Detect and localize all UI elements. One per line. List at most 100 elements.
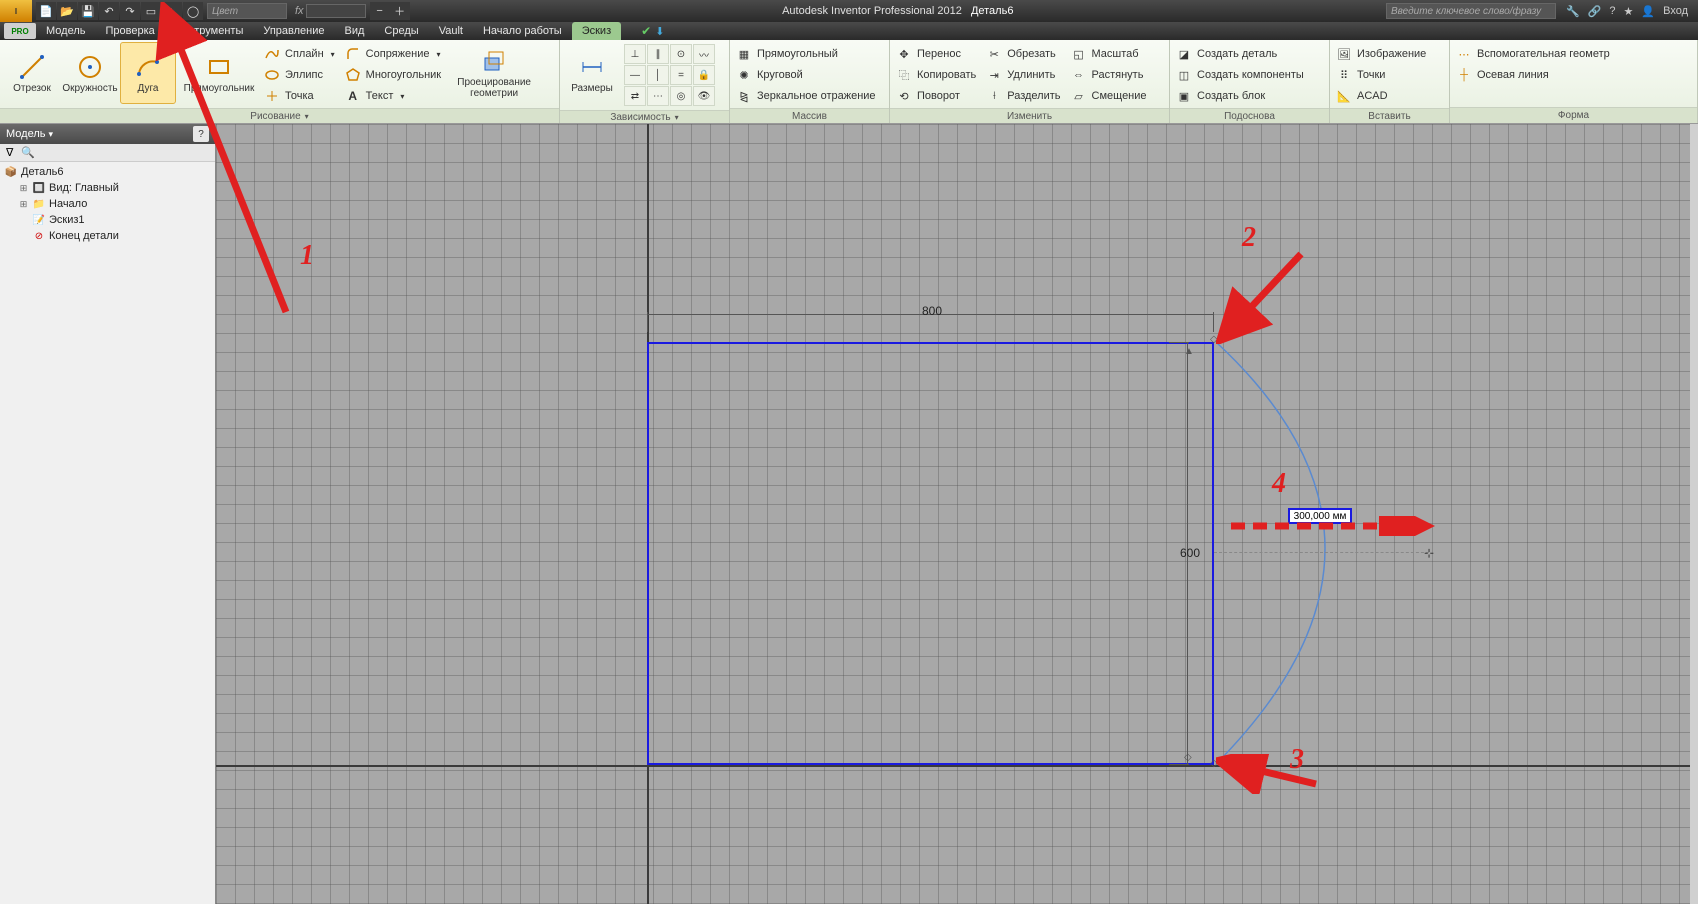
image-button[interactable]: 🖼Изображение <box>1334 44 1432 64</box>
create-part-button[interactable]: ◪Создать деталь <box>1174 44 1310 64</box>
mirror-button[interactable]: ⧎Зеркальное отражение <box>734 86 882 106</box>
constraint-parallel-icon[interactable]: ∥ <box>647 44 669 64</box>
points-label: Точки <box>1357 69 1385 81</box>
centerline-button[interactable]: ┼Осевая линия <box>1454 65 1616 85</box>
scale-button[interactable]: ◱Масштаб <box>1069 44 1153 64</box>
menu-sketch[interactable]: Эскиз <box>572 22 621 40</box>
link-icon[interactable]: 🔗 <box>1588 5 1602 18</box>
line-button[interactable]: Отрезок <box>4 42 60 104</box>
tree-root-part[interactable]: 📦 Деталь6 <box>4 164 211 180</box>
create-components-button[interactable]: ◫Создать компоненты <box>1174 65 1310 85</box>
menu-inspect[interactable]: Проверка <box>95 22 164 40</box>
qat-redo-icon[interactable]: ↷ <box>120 2 140 20</box>
arc-button[interactable]: Дуга <box>120 42 176 104</box>
fx-input[interactable] <box>306 4 366 18</box>
spline-button[interactable]: Сплайн▾ <box>262 44 341 64</box>
constraint-sym-icon[interactable]: ⇄ <box>624 86 646 106</box>
qat-minus-icon[interactable]: − <box>370 2 390 20</box>
panel-help-icon[interactable]: ? <box>193 126 209 142</box>
qat-plus-icon[interactable]: ＋ <box>390 2 410 20</box>
check-icon: ✔ <box>641 24 651 38</box>
menu-view[interactable]: Вид <box>335 22 375 40</box>
extend-button[interactable]: ⇥Удлинить <box>984 65 1066 85</box>
text-button[interactable]: AТекст▾ <box>343 86 447 106</box>
finish-sketch-button[interactable]: ✔ ⬇ <box>641 24 664 38</box>
search-input[interactable]: Введите ключевое слово/фразу <box>1386 3 1556 19</box>
dimension-width-value[interactable]: 800 <box>918 304 946 318</box>
points-button[interactable]: ⠿Точки <box>1334 65 1432 85</box>
radius-input[interactable]: 300,000 мм <box>1288 508 1352 524</box>
acad-button[interactable]: 📐ACAD <box>1334 86 1432 106</box>
circular-pattern-button[interactable]: ✺Круговой <box>734 65 882 85</box>
annotation-3: 3 <box>1290 744 1304 776</box>
folder-icon: 📁 <box>32 197 46 211</box>
ribbon-group-constrain: Размеры ⊥ ∥ ⊙ 〰 — │ = 🔒 ⇄ ⋯ ◎ 👁 Зависимо… <box>560 40 730 123</box>
tree-end-item[interactable]: ⊘ Конец детали <box>18 228 211 244</box>
constrain-group-label: Зависимость▾ <box>560 110 729 123</box>
stretch-button[interactable]: ⇔Растянуть <box>1069 65 1153 85</box>
rectangular-pattern-button[interactable]: ▦Прямоугольный <box>734 44 882 64</box>
expander-icon[interactable]: ⊞ <box>18 199 29 210</box>
qat-undo-icon[interactable]: ↶ <box>99 2 119 20</box>
move-button[interactable]: ✥Перенос <box>894 44 982 64</box>
trim-button[interactable]: ✂Обрезать <box>984 44 1066 64</box>
fillet-button[interactable]: Сопряжение▾ <box>343 44 447 64</box>
constraint-coincident-icon[interactable]: ⊥ <box>624 44 646 64</box>
rectangle-label: Прямоугольник <box>184 83 255 94</box>
menu-vault[interactable]: Vault <box>429 22 473 40</box>
rotate-button[interactable]: ⟲Поворот <box>894 86 982 106</box>
rectangle-button[interactable]: Прямоугольник <box>178 42 260 104</box>
point-button[interactable]: Точка <box>262 86 341 106</box>
create-block-button[interactable]: ▣Создать блок <box>1174 86 1310 106</box>
polygon-button[interactable]: Многоугольник <box>343 65 447 85</box>
help-icon[interactable]: ? <box>1609 5 1615 18</box>
dimension-button[interactable]: Размеры <box>564 42 620 104</box>
qat-select-icon[interactable]: ▭ <box>141 2 161 20</box>
app-logo[interactable]: I <box>0 0 32 22</box>
menu-environments[interactable]: Среды <box>374 22 428 40</box>
user-icon[interactable]: 👤 <box>1641 5 1655 18</box>
sketch-canvas[interactable]: 800 600 ⊹ 300,000 мм ▲ ◇ ◇ ◇ 1 2 3 4 <box>216 124 1698 904</box>
constraint-vertical-icon[interactable]: │ <box>647 65 669 85</box>
constraint-tangent-icon[interactable]: ⊙ <box>670 44 692 64</box>
tree-origin-item[interactable]: ⊞ 📁 Начало <box>18 196 211 212</box>
tree-sketch-item[interactable]: 📝 Эскиз1 <box>18 212 211 228</box>
menu-manage[interactable]: Управление <box>253 22 334 40</box>
qat-open-icon[interactable]: 📂 <box>57 2 77 20</box>
expander-icon[interactable]: ⊞ <box>18 183 29 194</box>
sketch-rectangle[interactable] <box>647 342 1214 765</box>
construction-label: Вспомогательная геометр <box>1477 48 1610 60</box>
copy-button[interactable]: ⿻Копировать <box>894 65 982 85</box>
circle-button[interactable]: Окружность <box>62 42 118 104</box>
offset-button[interactable]: ▱Смещение <box>1069 86 1153 106</box>
constraint-fix-icon[interactable]: 🔒 <box>693 65 715 85</box>
qat-material-icon[interactable]: ◐ <box>162 2 182 20</box>
color-combo[interactable]: Цвет <box>207 3 287 19</box>
constraint-concentric-icon[interactable]: ◎ <box>670 86 692 106</box>
dimension-height-value[interactable]: 600 <box>1176 546 1204 560</box>
menu-tools[interactable]: Инструменты <box>165 22 254 40</box>
project-geometry-button[interactable]: Проецирование геометрии <box>449 42 539 104</box>
key-icon[interactable]: 🔧 <box>1566 5 1580 18</box>
qat-save-icon[interactable]: 💾 <box>78 2 98 20</box>
constraint-horizontal-icon[interactable]: — <box>624 65 646 85</box>
split-button[interactable]: ⟊Разделить <box>984 86 1066 106</box>
constraint-collinear-icon[interactable]: ⋯ <box>647 86 669 106</box>
vertical-scrollbar[interactable] <box>1690 124 1698 904</box>
modify-group-label: Изменить <box>890 108 1169 123</box>
constraint-show-icon[interactable]: 👁 <box>693 86 715 106</box>
search-binoculars-icon[interactable]: 🔍 <box>21 146 35 159</box>
menu-model[interactable]: Модель <box>36 22 95 40</box>
menu-getstarted[interactable]: Начало работы <box>473 22 572 40</box>
tree-view-item[interactable]: ⊞ 🔲 Вид: Главный <box>18 180 211 196</box>
star-icon[interactable]: ★ <box>1624 5 1634 18</box>
ellipse-button[interactable]: Эллипс <box>262 65 341 85</box>
constraint-smooth-icon[interactable]: 〰 <box>693 44 715 64</box>
qat-new-icon[interactable]: 📄 <box>36 2 56 20</box>
qat-appearance-icon[interactable]: ◯ <box>183 2 203 20</box>
construction-button[interactable]: ⋯Вспомогательная геометр <box>1454 44 1616 64</box>
constraint-equal-icon[interactable]: = <box>670 65 692 85</box>
model-panel-header[interactable]: Модель ▾ ? <box>0 124 215 144</box>
login-label[interactable]: Вход <box>1663 5 1688 18</box>
filter-icon[interactable]: ∇ <box>6 146 13 159</box>
